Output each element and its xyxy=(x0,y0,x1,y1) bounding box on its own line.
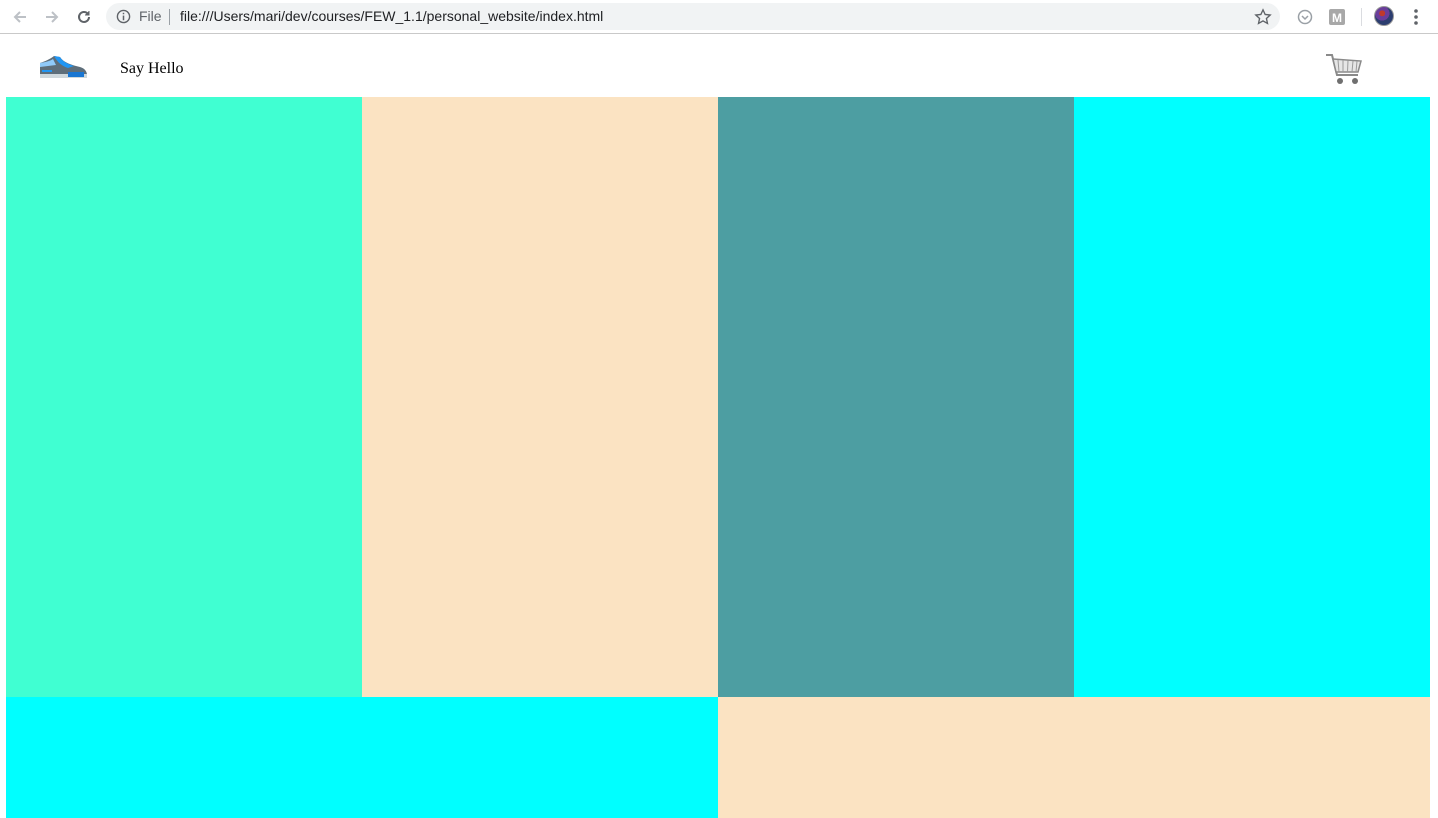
extension-icon[interactable] xyxy=(1296,8,1314,26)
color-tile xyxy=(718,697,1430,818)
extensions-divider xyxy=(1361,8,1362,26)
menu-dots-icon[interactable] xyxy=(1410,8,1422,26)
scheme-label: File xyxy=(139,8,162,24)
browser-toolbar: File file:///Users/mari/dev/courses/FEW_… xyxy=(0,0,1438,34)
tile-row-bottom xyxy=(6,697,1430,818)
back-arrow-icon[interactable] xyxy=(9,6,31,28)
site-header: Say Hello xyxy=(0,35,1438,97)
tile-row-top xyxy=(6,97,1430,697)
page-viewport: Say Hello xyxy=(0,35,1438,818)
sneaker-icon[interactable] xyxy=(38,53,88,81)
color-tile xyxy=(6,97,362,697)
color-tile xyxy=(1074,97,1430,697)
color-tile xyxy=(362,97,718,697)
profile-avatar[interactable] xyxy=(1374,6,1394,26)
reload-icon[interactable] xyxy=(73,6,95,28)
say-hello-link[interactable]: Say Hello xyxy=(120,60,184,78)
star-icon[interactable] xyxy=(1254,8,1272,26)
color-tile xyxy=(6,697,718,818)
extension-m-icon[interactable]: M xyxy=(1328,8,1346,26)
forward-arrow-icon[interactable] xyxy=(41,6,63,28)
info-icon[interactable] xyxy=(116,9,131,24)
color-tile xyxy=(718,97,1074,697)
shopping-cart-icon[interactable] xyxy=(1324,51,1364,87)
extension-m-label: M xyxy=(1332,11,1342,25)
color-tile-grid xyxy=(6,97,1430,818)
omnibox-divider xyxy=(169,9,170,25)
url-text[interactable]: file:///Users/mari/dev/courses/FEW_1.1/p… xyxy=(180,8,603,24)
address-bar[interactable]: File file:///Users/mari/dev/courses/FEW_… xyxy=(106,3,1280,30)
